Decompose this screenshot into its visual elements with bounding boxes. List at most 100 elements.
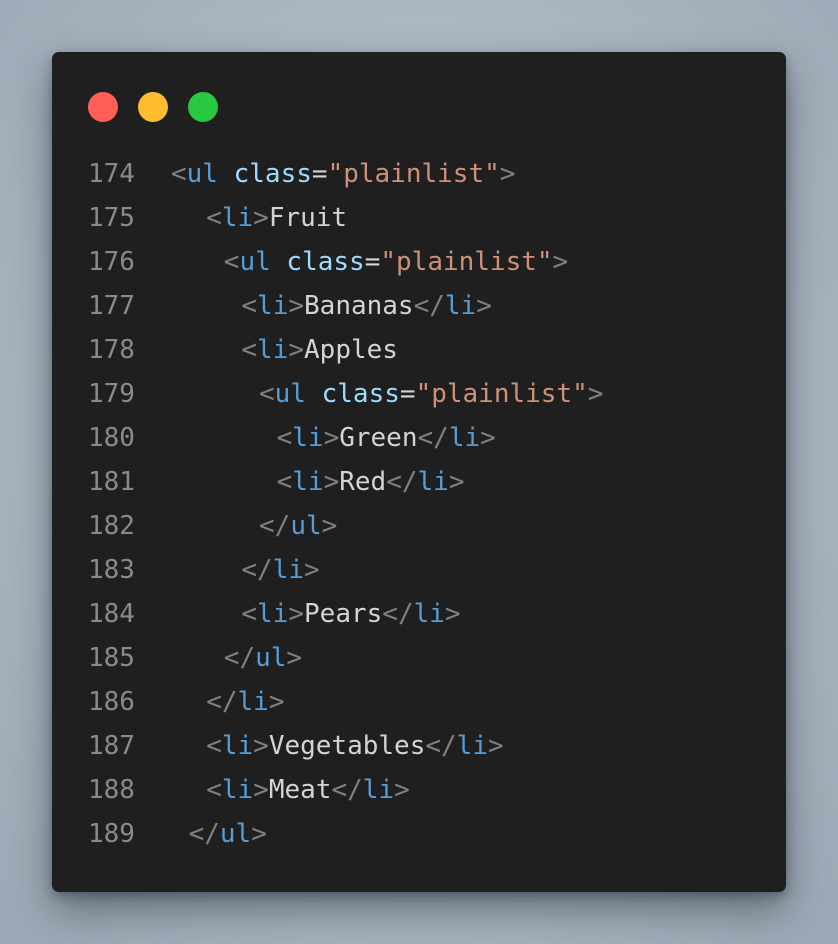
line-number: 188 xyxy=(88,775,135,805)
code-line[interactable]: 179 <ul class="plainlist"> xyxy=(52,372,786,416)
token-punct: > xyxy=(476,291,492,321)
token-tag: li xyxy=(413,599,445,629)
code-line[interactable]: 183 </li> xyxy=(52,548,786,592)
code-window: 174 <ul class="plainlist"> 175 <li>Fruit 176… xyxy=(52,52,786,892)
token-punct: > xyxy=(288,291,305,321)
code-line[interactable]: 176 <ul class="plainlist"> xyxy=(52,240,786,284)
line-source: <li>Red</li> xyxy=(277,460,465,504)
line-number: 177 xyxy=(88,291,135,321)
token-punct: < xyxy=(223,247,240,277)
token-punct: > xyxy=(480,423,496,453)
token-punct: < xyxy=(276,423,293,453)
code-line[interactable]: 185 </ul> xyxy=(52,636,786,680)
line-number: 178 xyxy=(88,335,135,365)
token-punct: > xyxy=(253,203,269,233)
token-punct: </ xyxy=(417,423,449,453)
token-punct: < xyxy=(259,379,275,409)
token-punct: > xyxy=(286,643,303,673)
token-tag: li xyxy=(237,687,269,717)
token-tag: ul xyxy=(255,643,287,673)
token-punct: > xyxy=(487,731,504,761)
line-number: 186 xyxy=(88,687,135,717)
token-tag: li xyxy=(456,731,488,761)
token-punct: < xyxy=(206,203,222,233)
token-punct: </ xyxy=(259,511,291,541)
code-line[interactable]: 175 <li>Fruit xyxy=(52,196,786,240)
token-punct: > xyxy=(323,423,340,453)
token-tag: ul xyxy=(274,379,306,409)
line-source: </li> xyxy=(206,680,284,724)
code-line[interactable]: 181 <li>Red</li> xyxy=(52,460,786,504)
line-source: <ul class="plainlist"> xyxy=(171,152,515,196)
token-tag: ul xyxy=(239,247,271,277)
token-tag: li xyxy=(272,555,305,585)
token-punct: > xyxy=(268,687,285,717)
token-tag: li xyxy=(221,775,254,805)
line-number: 185 xyxy=(88,643,135,673)
token-tag: ul xyxy=(219,819,252,849)
token-attr: class xyxy=(286,247,365,277)
code-line[interactable]: 189 </ul> xyxy=(52,812,786,856)
line-number: 176 xyxy=(88,247,135,277)
token-text: Bananas xyxy=(304,291,414,321)
token-text: Meat xyxy=(268,775,332,805)
code-line[interactable]: 177 <li>Bananas</li> xyxy=(52,284,786,328)
token-punct: </ xyxy=(413,291,445,321)
token-equals: = xyxy=(364,247,381,277)
token-punct: </ xyxy=(241,555,273,585)
code-block[interactable]: 174 <ul class="plainlist"> 175 <li>Fruit 176… xyxy=(52,152,786,856)
token-punct: > xyxy=(251,819,267,849)
line-source: <li>Fruit xyxy=(206,196,347,240)
token-tag: li xyxy=(221,203,254,233)
token-punct: > xyxy=(499,159,516,189)
token-string: "plainlist" xyxy=(415,379,588,409)
token-text: Apples xyxy=(304,335,398,365)
token-tag: li xyxy=(417,467,449,497)
token-tag: li xyxy=(448,423,481,453)
line-source: </li> xyxy=(241,548,319,592)
token-punct: </ xyxy=(223,643,256,673)
code-line[interactable]: 188 <li>Meat</li> xyxy=(52,768,786,812)
token-attr: class xyxy=(321,379,400,409)
line-source: </ul> xyxy=(224,636,302,680)
line-number: 181 xyxy=(88,467,135,497)
line-number: 184 xyxy=(88,599,135,629)
line-number: 180 xyxy=(88,423,135,453)
code-line[interactable]: 184 <li>Pears</li> xyxy=(52,592,786,636)
minimize-icon[interactable] xyxy=(138,92,168,122)
line-source: <ul class="plainlist"> xyxy=(224,240,568,284)
token-punct: > xyxy=(253,731,269,761)
token-punct: </ xyxy=(206,687,238,717)
line-number: 187 xyxy=(88,731,135,761)
line-source: <li>Apples xyxy=(241,328,398,372)
code-line[interactable]: 182 </ul> xyxy=(52,504,786,548)
token-punct: > xyxy=(288,335,305,365)
line-source: </ul> xyxy=(259,504,337,548)
line-source: </ul> xyxy=(189,812,267,856)
line-source: <li>Meat</li> xyxy=(206,768,410,812)
maximize-icon[interactable] xyxy=(188,92,218,122)
code-line[interactable]: 178 <li>Apples xyxy=(52,328,786,372)
line-source: <li>Pears</li> xyxy=(241,592,460,636)
line-number: 174 xyxy=(88,159,135,189)
token-string: "plainlist" xyxy=(327,159,500,189)
token-text: Vegetables xyxy=(268,731,426,761)
token-text: Red xyxy=(339,467,387,497)
code-line[interactable]: 187 <li>Vegetables</li> xyxy=(52,724,786,768)
token-tag: ul xyxy=(290,511,322,541)
token-tag: li xyxy=(362,775,395,805)
code-line[interactable]: 174 <ul class="plainlist"> xyxy=(52,152,786,196)
line-source: <ul class="plainlist"> xyxy=(259,372,603,416)
close-icon[interactable] xyxy=(88,92,118,122)
code-line[interactable]: 186 </li> xyxy=(52,680,786,724)
token-punct: </ xyxy=(386,467,418,497)
token-punct: > xyxy=(552,247,569,277)
code-line[interactable]: 180 <li>Green</li> xyxy=(52,416,786,460)
line-number: 182 xyxy=(88,511,135,541)
token-punct: > xyxy=(288,599,305,629)
token-tag: ul xyxy=(186,159,218,189)
token-tag: li xyxy=(292,467,324,497)
token-punct: < xyxy=(206,731,222,761)
token-text: Fruit xyxy=(268,203,348,233)
